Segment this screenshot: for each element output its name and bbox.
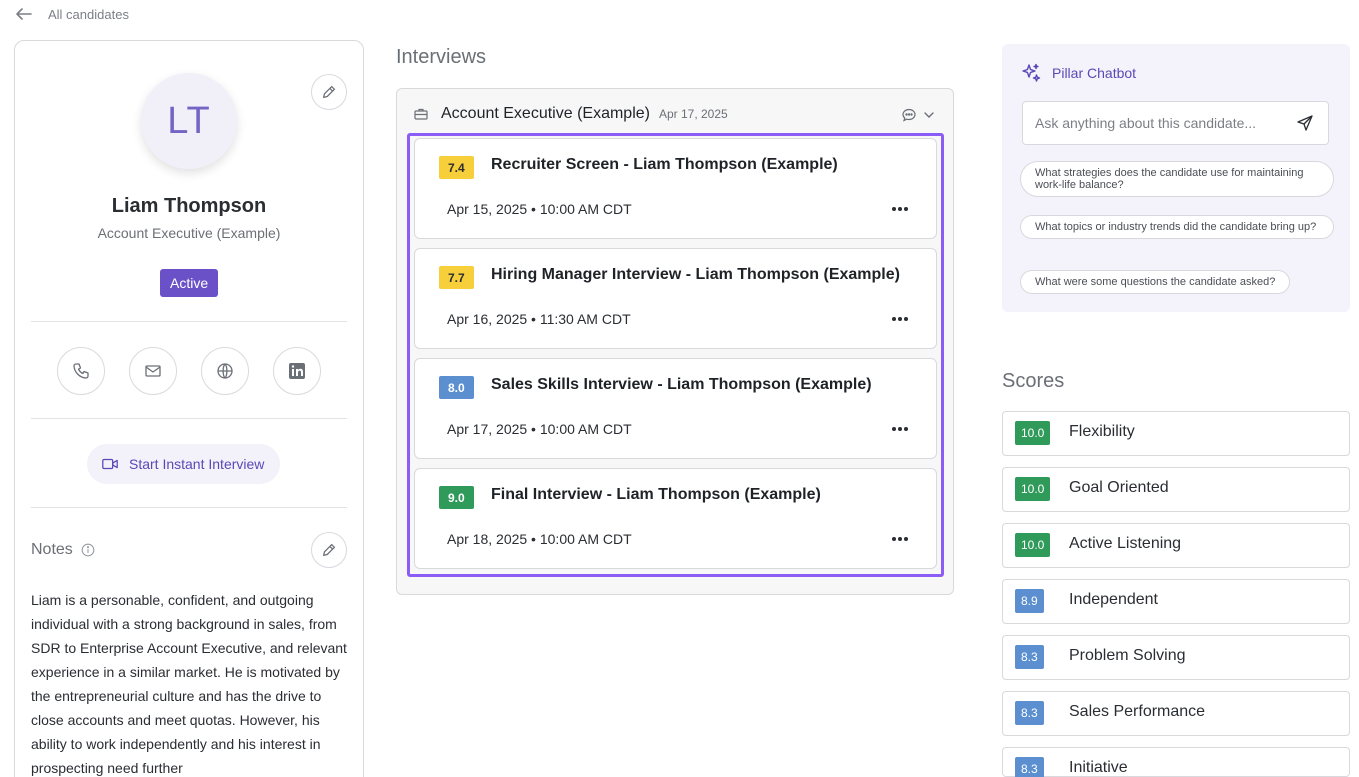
interview-date: Apr 15, 2025 • 10:00 AM CDT xyxy=(447,201,632,217)
score-row[interactable]: 8.3 Problem Solving xyxy=(1002,635,1350,680)
suggestion-chip[interactable]: What were some questions the candidate a… xyxy=(1020,270,1291,294)
interview-date: Apr 16, 2025 • 11:30 AM CDT xyxy=(447,311,631,327)
interview-card[interactable]: 7.7 Hiring Manager Interview - Liam Thom… xyxy=(414,248,937,349)
score-name: Initiative xyxy=(1069,759,1128,776)
score-name: Problem Solving xyxy=(1069,647,1186,664)
interview-card[interactable]: 9.0 Final Interview - Liam Thompson (Exa… xyxy=(414,468,937,569)
interview-title: Recruiter Screen - Liam Thompson (Exampl… xyxy=(491,156,838,173)
score-row[interactable]: 10.0 Goal Oriented xyxy=(1002,467,1350,512)
edit-notes-button[interactable] xyxy=(311,532,347,568)
phone-icon xyxy=(73,363,89,379)
phone-button[interactable] xyxy=(57,347,105,395)
start-instant-interview-button[interactable]: Start Instant Interview xyxy=(87,444,281,484)
chat-bubble-icon[interactable] xyxy=(901,107,917,123)
divider xyxy=(31,507,347,508)
notes-title: Notes xyxy=(31,541,73,558)
divider xyxy=(31,321,347,322)
arrow-left-icon xyxy=(16,8,32,20)
chatbot-header: Pillar Chatbot xyxy=(1020,62,1136,84)
score-row[interactable]: 8.9 Independent xyxy=(1002,579,1350,624)
more-options-button[interactable] xyxy=(890,311,910,327)
linkedin-icon xyxy=(289,363,305,379)
interview-score-badge: 7.4 xyxy=(439,156,474,179)
chatbot-title: Pillar Chatbot xyxy=(1052,65,1137,81)
interview-title: Hiring Manager Interview - Liam Thompson… xyxy=(491,266,900,283)
avatar: LT xyxy=(141,73,237,169)
pencil-icon xyxy=(322,85,336,99)
job-interviews-card: Account Executive (Example) Apr 17, 2025… xyxy=(396,88,954,595)
notes-heading: Notes xyxy=(31,541,95,559)
avatar-initials: LT xyxy=(167,99,211,142)
interview-date: Apr 17, 2025 • 10:00 AM CDT xyxy=(447,421,632,437)
interview-score-badge: 7.7 xyxy=(439,266,474,289)
chat-input[interactable] xyxy=(1035,102,1285,144)
interview-date: Apr 18, 2025 • 10:00 AM CDT xyxy=(447,531,632,547)
interview-score-badge: 8.0 xyxy=(439,376,474,399)
score-badge: 10.0 xyxy=(1015,421,1051,445)
score-badge: 10.0 xyxy=(1015,477,1051,501)
interview-title: Final Interview - Liam Thompson (Example… xyxy=(491,486,821,503)
score-row[interactable]: 8.3 Initiative xyxy=(1002,747,1350,777)
job-title: Account Executive (Example) xyxy=(441,105,650,122)
job-header: Account Executive (Example) Apr 17, 2025 xyxy=(413,105,728,123)
score-row[interactable]: 10.0 Flexibility xyxy=(1002,411,1350,456)
interview-title: Sales Skills Interview - Liam Thompson (… xyxy=(491,376,872,393)
chatbot-panel: Pillar Chatbot What strategies does the … xyxy=(1002,44,1350,312)
more-options-button[interactable] xyxy=(890,531,910,547)
more-options-button[interactable] xyxy=(890,421,910,437)
more-options-button[interactable] xyxy=(890,201,910,217)
start-instant-interview-label: Start Instant Interview xyxy=(129,456,265,472)
score-row[interactable]: 10.0 Active Listening xyxy=(1002,523,1350,568)
video-camera-icon xyxy=(102,458,118,470)
notes-text: Liam is a personable, confident, and out… xyxy=(31,592,347,776)
ellipsis-icon xyxy=(892,317,908,321)
score-name: Flexibility xyxy=(1069,423,1135,440)
score-name: Goal Oriented xyxy=(1069,479,1169,496)
chevron-down-icon[interactable] xyxy=(921,107,937,123)
score-badge: 8.3 xyxy=(1015,757,1044,777)
interview-card[interactable]: 7.4 Recruiter Screen - Liam Thompson (Ex… xyxy=(414,138,937,239)
score-badge: 8.9 xyxy=(1015,589,1044,613)
chat-input-box xyxy=(1022,101,1329,145)
candidate-profile-card: LT Liam Thompson Account Executive (Exam… xyxy=(14,40,364,777)
score-name: Sales Performance xyxy=(1069,703,1206,720)
mail-icon xyxy=(145,365,161,377)
pencil-icon xyxy=(322,543,336,557)
edit-profile-button[interactable] xyxy=(311,74,347,110)
score-badge: 8.3 xyxy=(1015,645,1044,669)
send-icon[interactable] xyxy=(1296,114,1314,132)
interview-card[interactable]: 8.0 Sales Skills Interview - Liam Thomps… xyxy=(414,358,937,459)
ellipsis-icon xyxy=(892,207,908,211)
interview-score-badge: 9.0 xyxy=(439,486,474,509)
score-badge: 10.0 xyxy=(1015,533,1051,557)
back-link[interactable]: All candidates xyxy=(14,4,129,24)
website-button[interactable] xyxy=(201,347,249,395)
job-actions xyxy=(901,107,937,123)
back-link-label: All candidates xyxy=(48,6,129,22)
interviews-title: Interviews xyxy=(396,46,487,68)
ellipsis-icon xyxy=(892,427,908,431)
candidate-name: Liam Thompson xyxy=(111,195,267,217)
score-badge: 8.3 xyxy=(1015,701,1044,725)
linkedin-button[interactable] xyxy=(273,347,321,395)
job-date: Apr 17, 2025 xyxy=(658,107,728,121)
email-button[interactable] xyxy=(129,347,177,395)
divider xyxy=(31,418,347,419)
ellipsis-icon xyxy=(892,537,908,541)
contact-actions xyxy=(57,347,321,395)
suggestion-chip[interactable]: What strategies does the candidate use f… xyxy=(1020,161,1334,197)
score-row[interactable]: 8.3 Sales Performance xyxy=(1002,691,1350,736)
sparkles-icon xyxy=(1022,63,1041,82)
suggestion-chip[interactable]: What topics or industry trends did the c… xyxy=(1020,215,1334,239)
briefcase-icon xyxy=(414,108,428,120)
info-icon[interactable] xyxy=(81,543,95,557)
scores-title: Scores xyxy=(1002,370,1065,392)
score-name: Active Listening xyxy=(1069,535,1182,552)
globe-icon xyxy=(217,363,233,379)
candidate-role: Account Executive (Example) xyxy=(97,225,281,241)
score-name: Independent xyxy=(1069,591,1158,608)
status-badge: Active xyxy=(160,269,219,297)
